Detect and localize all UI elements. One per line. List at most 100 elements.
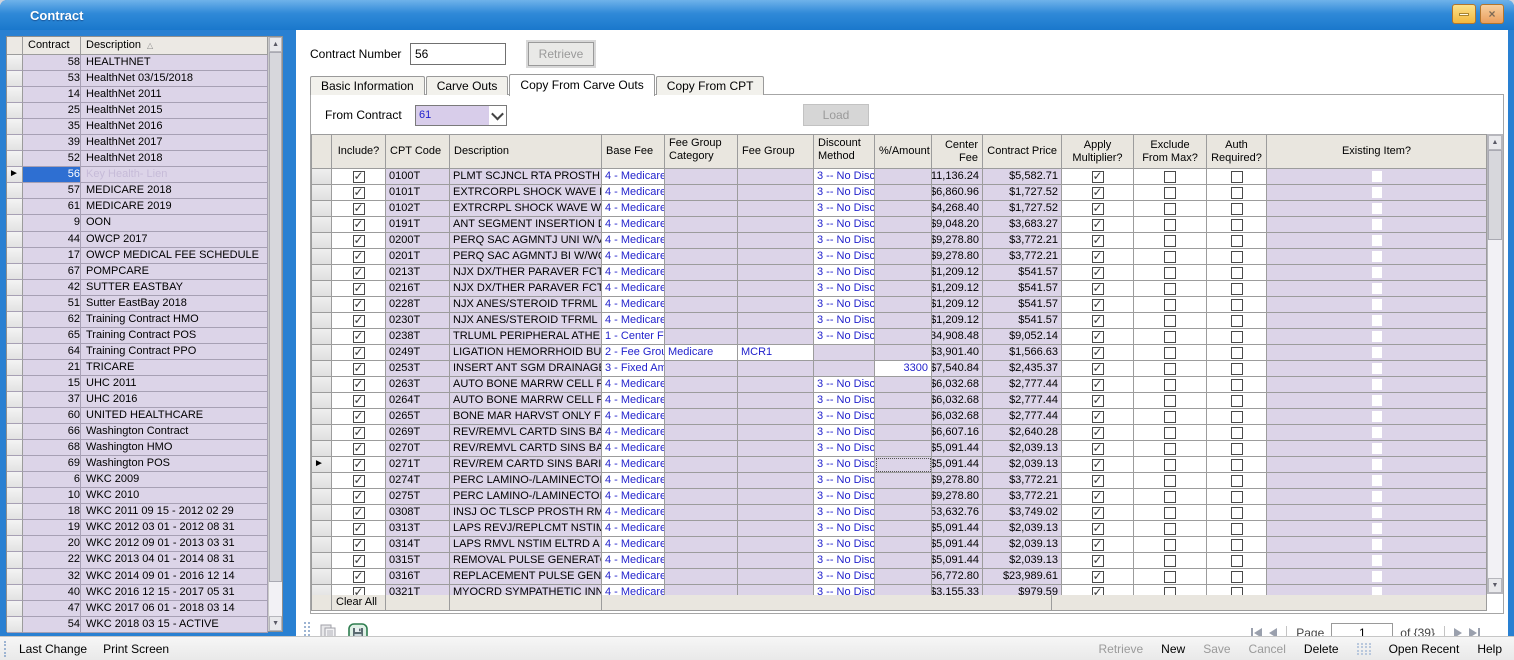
apply-multiplier-checkbox[interactable] [1062,313,1134,329]
tab-copy-from-carve-outs[interactable]: Copy From Carve Outs [509,74,654,96]
contract-list-row[interactable]: 18WKC 2011 09 15 - 2012 02 29 [7,504,268,520]
row-selector[interactable] [7,504,23,520]
contract-list-row[interactable]: ►56Key Health- Lien [7,167,268,183]
auth-required-checkbox[interactable] [1207,569,1267,585]
row-selector[interactable] [312,169,332,185]
fee-group-category-cell[interactable] [665,537,738,553]
row-selector[interactable] [7,360,23,376]
base-fee-cell[interactable]: 2 - Fee Grou [602,345,665,361]
description-cell[interactable]: NJX ANES/STEROID TFRML [450,297,602,313]
row-selector[interactable] [312,329,332,345]
exclude-from-max-checkbox[interactable] [1134,169,1207,185]
fee-group-cell[interactable] [738,553,814,569]
include-checkbox[interactable] [332,249,386,265]
include-checkbox[interactable] [332,361,386,377]
apply-multiplier-checkbox[interactable] [1062,521,1134,537]
description-cell[interactable]: PERC LAMINO-/LAMINECTOI [450,473,602,489]
discount-method-cell[interactable]: 3 -- No Disco [814,169,875,185]
apply-multiplier-checkbox[interactable] [1062,217,1134,233]
pct-amount-cell[interactable] [875,217,932,233]
col-discount-method[interactable]: Discount Method [814,135,875,169]
fee-group-category-cell[interactable] [665,393,738,409]
scroll-down-icon[interactable]: ▼ [269,616,282,631]
exclude-from-max-checkbox[interactable] [1134,281,1207,297]
row-selector[interactable] [7,296,23,312]
contract-list-row[interactable]: 51Sutter EastBay 2018 [7,296,268,312]
fee-group-category-cell[interactable] [665,185,738,201]
include-checkbox[interactable] [332,569,386,585]
scrollbar-thumb[interactable] [1488,150,1502,240]
include-checkbox[interactable] [332,521,386,537]
contract-list-row[interactable]: 15UHC 2011 [7,376,268,392]
contract-list-row[interactable]: 9OON [7,215,268,231]
description-cell[interactable]: EXTRCRPL SHOCK WAVE W [450,201,602,217]
apply-multiplier-checkbox[interactable] [1062,585,1134,595]
new-action[interactable]: New [1161,642,1185,656]
pct-amount-cell[interactable] [875,297,932,313]
cpt-code-cell[interactable]: 0321T [386,585,450,595]
cpt-code-cell[interactable]: 0201T [386,249,450,265]
cpt-code-cell[interactable]: 0265T [386,409,450,425]
contract-list-row[interactable]: 20WKC 2012 09 01 - 2013 03 31 [7,536,268,552]
include-checkbox[interactable] [332,185,386,201]
row-selector[interactable] [7,232,23,248]
exclude-from-max-checkbox[interactable] [1134,345,1207,361]
fee-group-cell[interactable] [738,537,814,553]
description-column-header[interactable]: Description△ [81,37,268,55]
pct-amount-cell[interactable] [875,553,932,569]
discount-method-cell[interactable]: 3 -- No Disco [814,393,875,409]
fee-group-category-cell[interactable] [665,281,738,297]
discount-method-cell[interactable]: 3 -- No Disco [814,441,875,457]
row-selector[interactable] [312,281,332,297]
contract-list-row[interactable]: 42SUTTER EASTBAY [7,280,268,296]
contract-list-row[interactable]: 19WKC 2012 03 01 - 2012 08 31 [7,520,268,536]
include-checkbox[interactable] [332,377,386,393]
row-selector[interactable] [312,489,332,505]
fee-group-cell[interactable] [738,313,814,329]
description-cell[interactable]: PERQ SAC AGMNTJ BI W/WO [450,249,602,265]
auth-required-checkbox[interactable] [1207,249,1267,265]
base-fee-cell[interactable]: 4 - Medicare [602,169,665,185]
discount-method-cell[interactable]: 3 -- No Disco [814,521,875,537]
col-fee-group-category[interactable]: Fee Group Category [665,135,738,169]
exclude-from-max-checkbox[interactable] [1134,201,1207,217]
fee-group-category-cell[interactable] [665,297,738,313]
include-checkbox[interactable] [332,345,386,361]
pct-amount-cell[interactable] [875,281,932,297]
include-checkbox[interactable] [332,489,386,505]
include-checkbox[interactable] [332,217,386,233]
exclude-from-max-checkbox[interactable] [1134,441,1207,457]
discount-method-cell[interactable]: 3 -- No Disco [814,329,875,345]
fee-group-category-cell[interactable] [665,249,738,265]
exclude-from-max-checkbox[interactable] [1134,489,1207,505]
include-checkbox[interactable] [332,393,386,409]
fee-group-category-cell[interactable] [665,377,738,393]
discount-method-cell[interactable]: 3 -- No Disco [814,313,875,329]
pct-amount-cell[interactable] [875,393,932,409]
fee-group-category-cell[interactable]: Medicare [665,345,738,361]
exclude-from-max-checkbox[interactable] [1134,505,1207,521]
fee-group-cell[interactable] [738,329,814,345]
row-selector[interactable] [7,408,23,424]
description-cell[interactable]: INSJ OC TLSCP PROSTH RM [450,505,602,521]
description-cell[interactable]: REMOVAL PULSE GENERATO [450,553,602,569]
row-selector[interactable] [312,297,332,313]
apply-multiplier-checkbox[interactable] [1062,489,1134,505]
discount-method-cell[interactable] [814,345,875,361]
row-selector[interactable] [312,217,332,233]
contract-list-row[interactable]: 22WKC 2013 04 01 - 2014 08 31 [7,552,268,568]
description-cell[interactable]: PERQ SAC AGMNTJ UNI W/V [450,233,602,249]
discount-method-cell[interactable]: 3 -- No Disco [814,489,875,505]
contract-list-row[interactable]: 47WKC 2017 06 01 - 2018 03 14 [7,601,268,617]
row-selector[interactable] [7,87,23,103]
fee-group-cell[interactable] [738,585,814,595]
pct-amount-cell[interactable] [875,265,932,281]
apply-multiplier-checkbox[interactable] [1062,265,1134,281]
retrieve-button[interactable]: Retrieve [528,42,594,66]
base-fee-cell[interactable]: 4 - Medicare [602,553,665,569]
auth-required-checkbox[interactable] [1207,585,1267,595]
apply-multiplier-checkbox[interactable] [1062,233,1134,249]
apply-multiplier-checkbox[interactable] [1062,537,1134,553]
row-selector[interactable] [7,119,23,135]
include-checkbox[interactable] [332,265,386,281]
